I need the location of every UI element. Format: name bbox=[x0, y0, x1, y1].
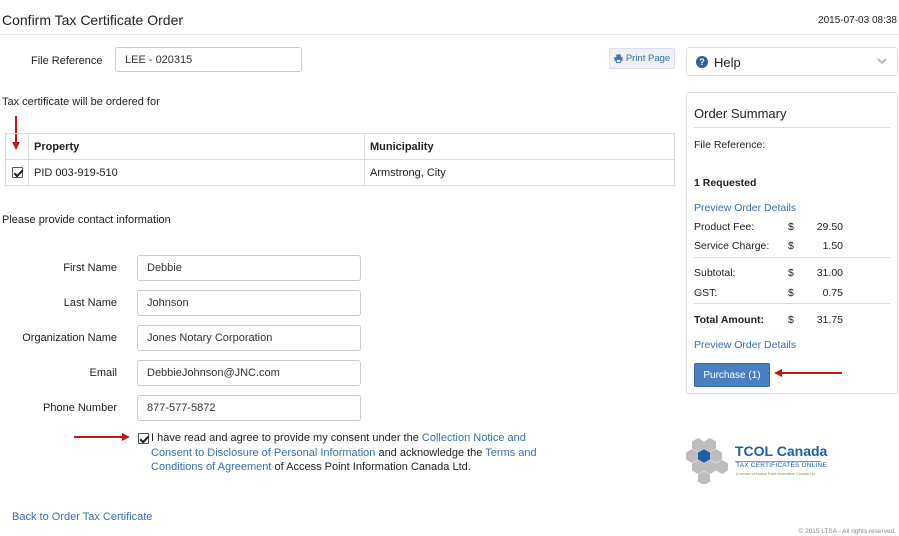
file-reference-input[interactable] bbox=[115, 47, 302, 72]
order-summary-panel: Order Summary File Reference: 1 Requeste… bbox=[686, 92, 898, 394]
organization-name-field[interactable] bbox=[137, 325, 361, 351]
contact-intro: Please provide contact information bbox=[2, 214, 171, 226]
municipality-cell: Armstrong, City bbox=[364, 159, 675, 186]
product-fee-currency: $ bbox=[788, 221, 794, 233]
gst-amount: 0.75 bbox=[822, 287, 843, 299]
consent-block: I have read and agree to provide my cons… bbox=[138, 431, 558, 475]
total-amount-currency: $ bbox=[788, 314, 794, 326]
service-charge-label: Service Charge: bbox=[694, 240, 770, 252]
order-summary-title: Order Summary bbox=[694, 106, 787, 121]
table-header-municipality: Municipality bbox=[364, 133, 675, 160]
organization-name-label: Organization Name bbox=[22, 332, 117, 344]
email-label: Email bbox=[89, 367, 117, 379]
copyright: © 2015 LTSA - All rights reserved. bbox=[798, 528, 896, 535]
last-name-row: Last Name bbox=[0, 290, 362, 316]
phone-number-field[interactable] bbox=[137, 395, 361, 421]
organization-name-row: Organization Name bbox=[0, 325, 362, 351]
summary-divider bbox=[694, 257, 890, 258]
logo-name: TCOL Canada bbox=[735, 443, 828, 459]
total-amount-label: Total Amount: bbox=[694, 314, 764, 326]
property-table: Property Municipality PID 003-919-510 Ar… bbox=[5, 133, 675, 186]
first-name-field[interactable] bbox=[137, 255, 361, 281]
consent-text-part-1: I have read and agree to provide my cons… bbox=[151, 432, 422, 444]
last-name-field[interactable] bbox=[137, 290, 361, 316]
first-name-label: First Name bbox=[63, 262, 117, 274]
table-header-row: Property Municipality bbox=[5, 133, 675, 160]
table-row: PID 003-919-510 Armstrong, City bbox=[5, 159, 675, 186]
summary-divider bbox=[694, 127, 890, 128]
header-divider bbox=[0, 34, 899, 35]
consent-text-part-3: of Access Point Information Canada Ltd. bbox=[271, 461, 471, 473]
subtotal-currency: $ bbox=[788, 267, 794, 279]
logo-tagline: A service of Access Point Information Ca… bbox=[736, 472, 816, 476]
email-field[interactable] bbox=[137, 360, 361, 386]
purchase-button[interactable]: Purchase (1) bbox=[694, 363, 770, 387]
first-name-row: First Name bbox=[0, 255, 362, 281]
hexagon-logo-icon bbox=[686, 438, 728, 484]
phone-number-label: Phone Number bbox=[43, 402, 117, 414]
consent-text-part-2: and acknowledge the bbox=[375, 446, 486, 459]
timestamp: 2015-07-03 08:38 bbox=[818, 15, 897, 26]
phone-number-row: Phone Number bbox=[0, 395, 362, 421]
annotation-arrow-right-consent bbox=[74, 433, 130, 441]
property-cell: PID 003-919-510 bbox=[28, 159, 365, 186]
chevron-down-icon[interactable] bbox=[877, 58, 887, 65]
help-title: Help bbox=[714, 55, 741, 70]
page-title: Confirm Tax Certificate Order bbox=[2, 12, 184, 28]
last-name-label: Last Name bbox=[63, 297, 117, 309]
preview-order-details-link[interactable]: Preview Order Details bbox=[694, 202, 796, 214]
consent-checkbox[interactable] bbox=[138, 433, 149, 444]
service-charge-currency: $ bbox=[788, 240, 794, 252]
printer-icon bbox=[614, 54, 623, 63]
consent-text: I have read and agree to provide my cons… bbox=[151, 431, 558, 475]
order-for-text: Tax certificate will be ordered for bbox=[2, 96, 160, 108]
product-fee-amount: 29.50 bbox=[816, 221, 843, 233]
tcol-logo: TCOL Canada TAX CERTIFICATES ONLINE A se… bbox=[686, 436, 836, 486]
table-header-select bbox=[5, 133, 29, 160]
subtotal-amount: 31.00 bbox=[816, 267, 843, 279]
requested-count: 1 Requested bbox=[694, 177, 757, 189]
row-select-cell bbox=[5, 159, 29, 186]
email-row: Email bbox=[0, 360, 362, 386]
help-panel[interactable]: ? Help bbox=[686, 47, 898, 76]
gst-currency: $ bbox=[788, 287, 794, 299]
summary-divider bbox=[694, 303, 890, 304]
table-header-property: Property bbox=[28, 133, 365, 160]
subtotal-label: Subtotal: bbox=[694, 267, 736, 279]
gst-label: GST: bbox=[694, 287, 718, 299]
print-page-button[interactable]: Print Page bbox=[609, 48, 675, 69]
question-circle-icon: ? bbox=[696, 56, 708, 68]
back-to-order-link[interactable]: Back to Order Tax Certificate bbox=[12, 511, 152, 523]
service-charge-amount: 1.50 bbox=[822, 240, 843, 252]
summary-file-reference-label: File Reference: bbox=[694, 139, 766, 151]
product-fee-label: Product Fee: bbox=[694, 221, 755, 233]
file-reference-label: File Reference bbox=[31, 55, 103, 67]
print-page-label: Print Page bbox=[625, 53, 671, 64]
property-checkbox[interactable] bbox=[11, 167, 23, 179]
logo-subtitle: TAX CERTIFICATES ONLINE bbox=[736, 462, 827, 469]
preview-order-details-link-2[interactable]: Preview Order Details bbox=[694, 339, 796, 351]
annotation-arrow-left-purchase bbox=[774, 369, 842, 377]
total-amount-value: 31.75 bbox=[816, 314, 843, 326]
